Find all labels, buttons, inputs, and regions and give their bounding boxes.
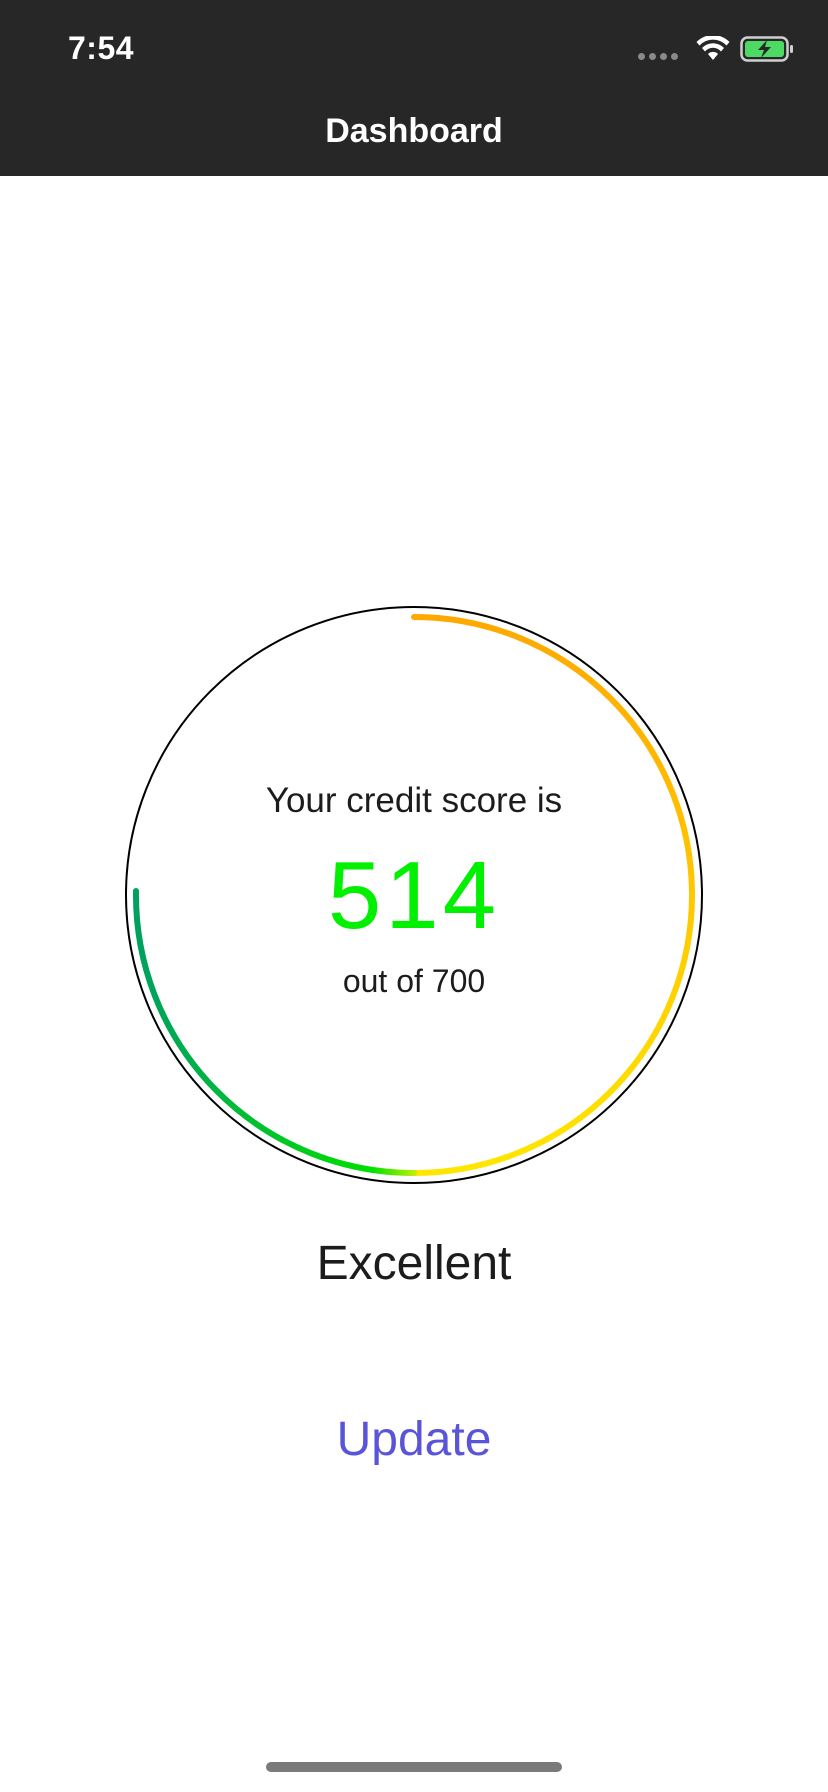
score-value: 514 — [327, 842, 501, 949]
credit-score-gauge: Your credit score is 514 out of 700 — [120, 601, 708, 1189]
status-bar: 7:54 — [0, 0, 828, 96]
update-button[interactable]: Update — [314, 1404, 514, 1476]
page-title: Dashboard — [325, 112, 503, 150]
score-max-label: out of 700 — [342, 963, 486, 999]
battery-charging-icon — [740, 36, 793, 62]
home-indicator[interactable] — [266, 1762, 562, 1772]
wifi-icon — [696, 36, 730, 60]
status-time: 7:54 — [68, 30, 135, 66]
navigation-bar: Dashboard — [0, 96, 828, 176]
status-icons — [638, 36, 794, 62]
score-intro-label: Your credit score is — [265, 781, 563, 820]
rating-label: Excellent — [316, 1237, 512, 1290]
signal-dots-icon — [638, 52, 678, 60]
dashboard-screen: 7:54 Dashboard Your credit score is 514 … — [0, 0, 828, 1792]
